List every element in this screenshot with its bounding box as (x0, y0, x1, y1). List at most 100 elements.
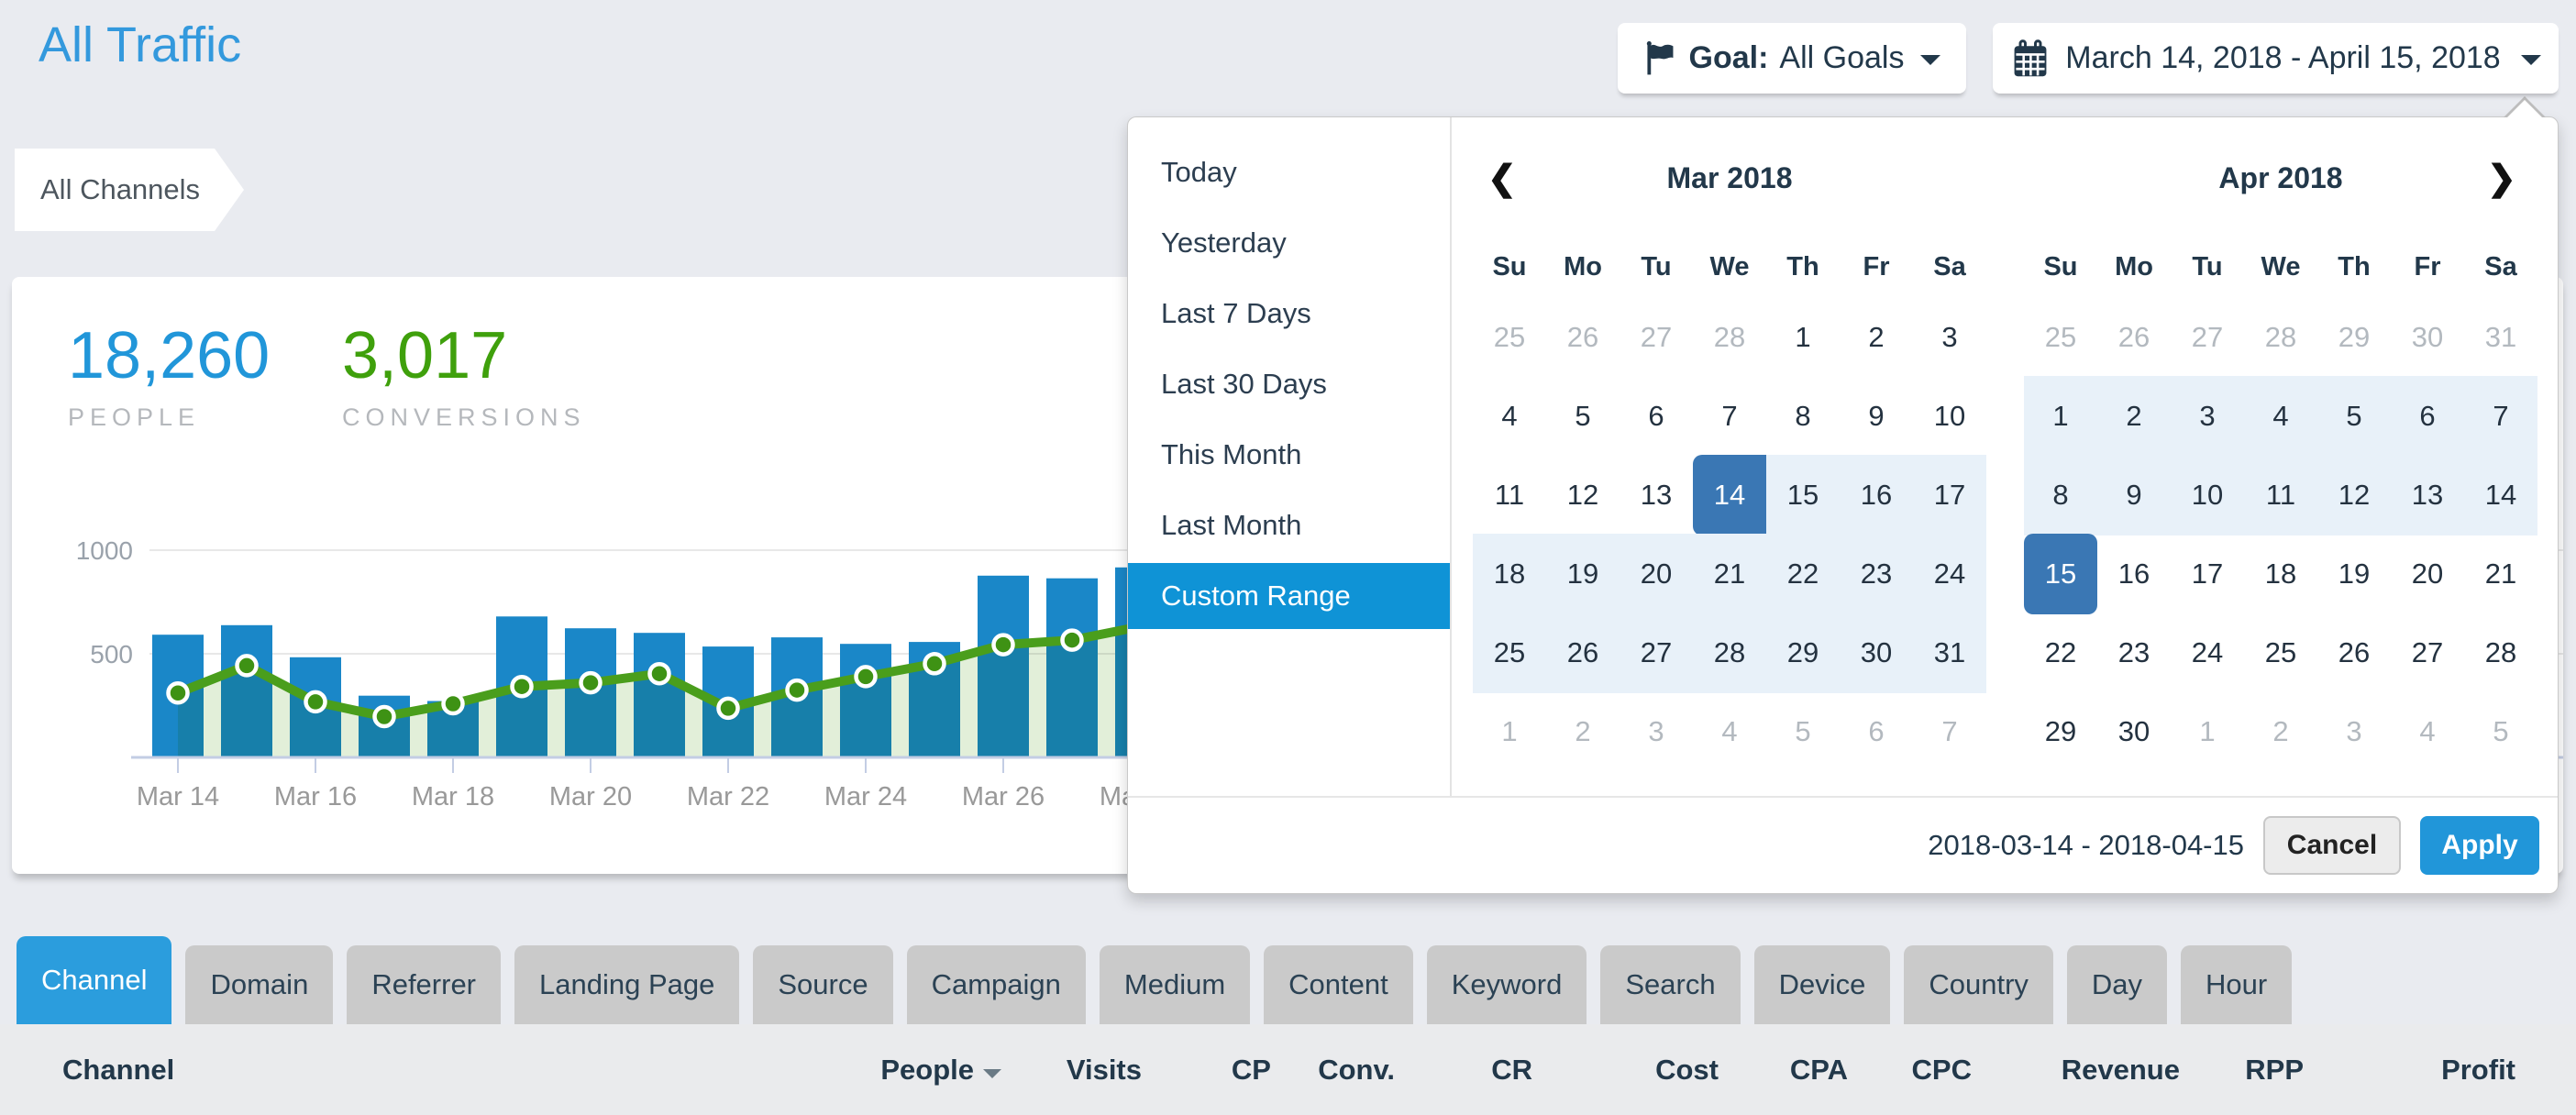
column-header-visits[interactable]: Visits (1001, 1054, 1142, 1087)
tab-domain[interactable]: Domain (185, 945, 333, 1024)
day-cell[interactable]: 3 (2317, 691, 2391, 772)
day-cell[interactable]: 31 (1913, 613, 1986, 693)
day-cell[interactable]: 14 (2464, 455, 2537, 535)
date-range-button[interactable]: March 14, 2018 - April 15, 2018 (1993, 23, 2559, 94)
day-cell[interactable]: 6 (1840, 691, 1913, 772)
preset-last-month[interactable]: Last Month (1128, 492, 1450, 558)
day-cell[interactable]: 30 (2097, 691, 2171, 772)
day-cell[interactable]: 1 (1473, 691, 1546, 772)
day-cell[interactable]: 30 (1840, 613, 1913, 693)
chart-point[interactable] (513, 677, 532, 696)
chart-point[interactable] (994, 635, 1013, 655)
day-cell[interactable]: 29 (2317, 297, 2391, 378)
day-cell[interactable]: 18 (1473, 534, 1546, 614)
day-cell[interactable]: 2 (1840, 297, 1913, 378)
preset-yesterday[interactable]: Yesterday (1128, 210, 1450, 276)
day-cell[interactable]: 2 (2097, 376, 2171, 457)
tab-landing-page[interactable]: Landing Page (514, 945, 739, 1024)
tab-medium[interactable]: Medium (1100, 945, 1250, 1024)
day-cell[interactable]: 16 (2097, 534, 2171, 614)
day-cell[interactable]: 5 (2317, 376, 2391, 457)
day-cell[interactable]: 19 (2317, 534, 2391, 614)
column-header-cpa[interactable]: CPA (1719, 1054, 1848, 1087)
day-cell[interactable]: 6 (1620, 376, 1693, 457)
day-cell[interactable]: 21 (2464, 534, 2537, 614)
tab-day[interactable]: Day (2067, 945, 2167, 1024)
day-cell[interactable]: 5 (1766, 691, 1840, 772)
day-cell[interactable]: 26 (2097, 297, 2171, 378)
column-header-cr[interactable]: CR (1395, 1054, 1532, 1087)
day-cell[interactable]: 28 (1693, 297, 1766, 378)
day-cell[interactable]: 7 (1693, 376, 1766, 457)
day-cell[interactable]: 4 (1473, 376, 1546, 457)
preset-today[interactable]: Today (1128, 139, 1450, 205)
day-cell[interactable]: 4 (2244, 376, 2317, 457)
chart-point[interactable] (375, 707, 394, 726)
day-cell[interactable]: 13 (2391, 455, 2464, 535)
day-cell[interactable]: 12 (2317, 455, 2391, 535)
day-cell[interactable]: 15 (1766, 455, 1840, 535)
day-cell[interactable]: 7 (1913, 691, 1986, 772)
preset-last-30-days[interactable]: Last 30 Days (1128, 351, 1450, 417)
day-cell[interactable]: 1 (2171, 691, 2244, 772)
day-cell[interactable]: 27 (2171, 297, 2244, 378)
day-cell[interactable]: 28 (1693, 613, 1766, 693)
day-cell[interactable]: 27 (1620, 613, 1693, 693)
day-cell[interactable]: 9 (2097, 455, 2171, 535)
day-cell[interactable]: 29 (2024, 691, 2097, 772)
day-cell[interactable]: 4 (1693, 691, 1766, 772)
day-cell[interactable]: 25 (2024, 297, 2097, 378)
day-cell[interactable]: 30 (2391, 297, 2464, 378)
tab-country[interactable]: Country (1904, 945, 2053, 1024)
day-cell[interactable]: 24 (1913, 534, 1986, 614)
tab-referrer[interactable]: Referrer (347, 945, 501, 1024)
day-cell[interactable]: 25 (2244, 613, 2317, 693)
chart-point[interactable] (925, 654, 945, 673)
column-header-channel[interactable]: Channel (62, 1054, 855, 1087)
breadcrumb-all-channels[interactable]: All Channels (15, 149, 244, 231)
cancel-button[interactable]: Cancel (2263, 816, 2401, 875)
day-cell[interactable]: 22 (2024, 613, 2097, 693)
day-cell[interactable]: 16 (1840, 455, 1913, 535)
column-header-rpp[interactable]: RPP (2180, 1054, 2304, 1087)
day-cell[interactable]: 27 (1620, 297, 1693, 378)
day-cell[interactable]: 20 (1620, 534, 1693, 614)
day-cell[interactable]: 21 (1693, 534, 1766, 614)
day-cell[interactable]: 6 (2391, 376, 2464, 457)
tab-channel[interactable]: Channel (17, 936, 171, 1024)
chart-point[interactable] (1063, 631, 1082, 650)
column-header-cpc[interactable]: CPC (1848, 1054, 1972, 1087)
tab-keyword[interactable]: Keyword (1427, 945, 1587, 1024)
day-cell[interactable]: 2 (2244, 691, 2317, 772)
apply-button[interactable]: Apply (2420, 816, 2539, 875)
day-cell[interactable]: 26 (1546, 297, 1620, 378)
day-cell[interactable]: 31 (2464, 297, 2537, 378)
chart-point[interactable] (169, 683, 188, 702)
day-cell[interactable]: 18 (2244, 534, 2317, 614)
day-cell[interactable]: 3 (2171, 376, 2244, 457)
tab-content[interactable]: Content (1264, 945, 1413, 1024)
preset-custom-range[interactable]: Custom Range (1128, 563, 1450, 629)
day-cell[interactable]: 28 (2244, 297, 2317, 378)
day-cell[interactable]: 22 (1766, 534, 1840, 614)
day-cell[interactable]: 12 (1546, 455, 1620, 535)
day-cell[interactable]: 13 (1620, 455, 1693, 535)
day-cell[interactable]: 23 (2097, 613, 2171, 693)
day-cell[interactable]: 11 (1473, 455, 1546, 535)
day-cell[interactable]: 17 (1913, 455, 1986, 535)
day-cell[interactable]: 23 (1840, 534, 1913, 614)
chart-point[interactable] (719, 699, 738, 718)
chart-point[interactable] (444, 694, 463, 713)
chart-point[interactable] (650, 664, 669, 683)
column-header-people[interactable]: People (855, 1054, 1001, 1087)
chart-point[interactable] (238, 656, 257, 675)
column-header-cost[interactable]: Cost (1532, 1054, 1719, 1087)
day-cell[interactable]: 9 (1840, 376, 1913, 457)
tab-campaign[interactable]: Campaign (907, 945, 1086, 1024)
day-cell[interactable]: 24 (2171, 613, 2244, 693)
day-cell[interactable]: 27 (2391, 613, 2464, 693)
tab-hour[interactable]: Hour (2181, 945, 2292, 1024)
preset-this-month[interactable]: This Month (1128, 422, 1450, 488)
day-cell[interactable]: 14 (1693, 455, 1766, 535)
day-cell[interactable]: 25 (1473, 613, 1546, 693)
